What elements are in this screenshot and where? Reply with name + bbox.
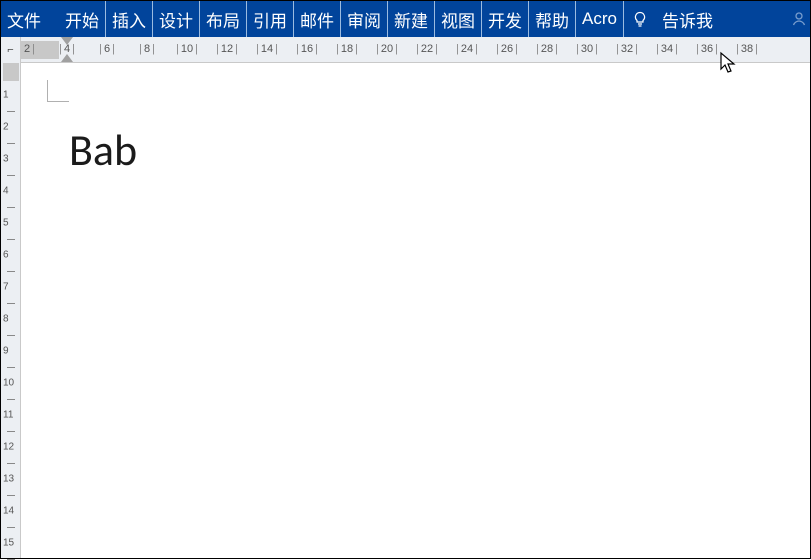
hruler-tick: 10 [174, 43, 200, 55]
vruler-minor-tick [7, 175, 15, 176]
hruler-tick: 8 [137, 43, 157, 55]
document-canvas[interactable]: Bab [21, 63, 810, 558]
vruler-tick: 1 [3, 90, 9, 101]
vruler-minor-tick [7, 207, 15, 208]
hruler-tick: 2 [21, 43, 37, 55]
hruler-tick: 14 [254, 43, 280, 55]
hruler-ticks: 2468101214161820222426283032343638 [21, 37, 810, 62]
hruler-tick: 32 [614, 43, 640, 55]
vruler-minor-tick [7, 399, 15, 400]
vruler-tick: 10 [3, 378, 14, 389]
hruler-tick: 30 [574, 43, 600, 55]
horizontal-ruler[interactable]: ⌐ 2468101214161820222426283032343638 [1, 37, 810, 63]
vruler-minor-tick [7, 495, 15, 496]
vruler-tick: 7 [3, 282, 9, 293]
vruler-margin-shade [3, 63, 19, 81]
vertical-ruler[interactable]: 123456789101112131415 [1, 63, 21, 558]
vruler-minor-tick [7, 335, 15, 336]
vruler-minor-tick [7, 271, 15, 272]
hruler-tick: 26 [494, 43, 520, 55]
user-account-icon[interactable] [788, 11, 810, 27]
document-body-text[interactable]: Bab [69, 123, 137, 177]
vruler-tick: 5 [3, 218, 9, 229]
vruler-minor-tick [7, 463, 15, 464]
work-area: 123456789101112131415 Bab [1, 63, 810, 558]
hruler-tick: 12 [214, 43, 240, 55]
hruler-tick: 6 [97, 43, 117, 55]
tab-file[interactable]: 文件 [1, 1, 59, 37]
vruler-minor-tick [7, 239, 15, 240]
vruler-tick: 6 [3, 250, 9, 261]
tab-acrobat[interactable]: Acro [576, 1, 624, 37]
tab-design[interactable]: 设计 [153, 1, 200, 37]
vruler-tick: 15 [3, 538, 14, 549]
hruler-tick: 20 [374, 43, 400, 55]
vruler-minor-tick [7, 303, 15, 304]
tab-new[interactable]: 新建 [388, 1, 435, 37]
hruler-tick: 38 [734, 43, 760, 55]
vruler-tick: 8 [3, 314, 9, 325]
tab-references[interactable]: 引用 [247, 1, 294, 37]
tab-mailings[interactable]: 邮件 [294, 1, 341, 37]
vruler-tick: 9 [3, 346, 9, 357]
tab-stop-selector[interactable]: ⌐ [1, 37, 21, 63]
vruler-minor-tick [7, 431, 15, 432]
tab-view[interactable]: 视图 [435, 1, 482, 37]
tab-insert[interactable]: 插入 [106, 1, 153, 37]
vruler-tick: 14 [3, 506, 14, 517]
ribbon-tabs: 文件 开始 插入 设计 布局 引用 邮件 审阅 新建 视图 开发 帮助 Acro… [1, 1, 810, 37]
tab-help[interactable]: 帮助 [529, 1, 576, 37]
lightbulb-icon [624, 11, 656, 27]
vruler-tick: 4 [3, 186, 9, 197]
tab-review[interactable]: 审阅 [341, 1, 388, 37]
tab-layout[interactable]: 布局 [200, 1, 247, 37]
hruler-tick: 18 [334, 43, 360, 55]
hruler-tick: 4 [57, 43, 77, 55]
vruler-tick: 3 [3, 154, 9, 165]
hruler-tick: 24 [454, 43, 480, 55]
tell-me-search[interactable]: 告诉我 [656, 1, 719, 37]
vruler-minor-tick [7, 527, 15, 528]
page-corner-guide [47, 80, 69, 102]
hruler-tick: 34 [654, 43, 680, 55]
tab-home[interactable]: 开始 [59, 1, 106, 37]
hruler-tick: 22 [414, 43, 440, 55]
vruler-minor-tick [7, 143, 15, 144]
vruler-tick: 12 [3, 442, 14, 453]
vruler-minor-tick [7, 367, 15, 368]
hruler-tick: 36 [694, 43, 720, 55]
vruler-tick: 13 [3, 474, 14, 485]
vruler-minor-tick [7, 111, 15, 112]
vruler-tick: 2 [3, 122, 9, 133]
vruler-tick: 11 [3, 410, 13, 421]
hruler-tick: 28 [534, 43, 560, 55]
tab-developer[interactable]: 开发 [482, 1, 529, 37]
hruler-tick: 16 [294, 43, 320, 55]
